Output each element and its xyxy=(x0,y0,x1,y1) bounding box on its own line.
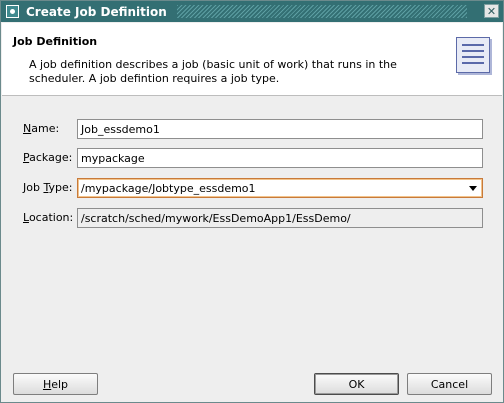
cancel-button[interactable]: Cancel xyxy=(407,373,492,395)
name-field[interactable]: Job_essdemo1 xyxy=(77,119,483,139)
ok-button[interactable]: OK xyxy=(314,373,399,395)
window-menu-icon[interactable] xyxy=(6,5,19,18)
name-label: Name: xyxy=(23,122,60,135)
job-type-row: Job Type: /mypackage/Jobtype_essdemo1 xyxy=(23,178,483,198)
close-icon: ✕ xyxy=(486,4,497,18)
package-label: Package: xyxy=(23,151,73,164)
title-bar-grip xyxy=(176,5,467,18)
job-type-label: Job Type: xyxy=(23,181,73,194)
job-type-value: /mypackage/Jobtype_essdemo1 xyxy=(81,182,256,195)
package-row: Package: mypackage xyxy=(23,148,483,168)
location-field[interactable]: /scratch/sched/mywork/EssDemoApp1/EssDem… xyxy=(77,208,483,228)
package-field[interactable]: mypackage xyxy=(77,148,483,168)
job-type-select[interactable]: /mypackage/Jobtype_essdemo1 xyxy=(77,178,483,198)
help-button[interactable]: Help xyxy=(13,373,98,395)
create-job-definition-dialog: Create Job Definition ✕ Job Definition A… xyxy=(0,0,504,403)
close-button[interactable]: ✕ xyxy=(484,4,499,18)
title-bar[interactable]: Create Job Definition ✕ xyxy=(1,1,503,22)
header-description: A job definition describes a job (basic … xyxy=(29,58,397,85)
chevron-down-icon[interactable] xyxy=(469,186,477,191)
location-row: Location: /scratch/sched/mywork/EssDemoA… xyxy=(23,208,483,228)
header-title: Job Definition xyxy=(13,35,98,48)
header-banner: Job Definition A job definition describe… xyxy=(2,23,502,96)
location-label: Location: xyxy=(23,211,74,224)
name-row: Name: Job_essdemo1 xyxy=(23,119,483,139)
document-list-icon xyxy=(456,37,490,73)
window-title: Create Job Definition xyxy=(26,4,167,19)
